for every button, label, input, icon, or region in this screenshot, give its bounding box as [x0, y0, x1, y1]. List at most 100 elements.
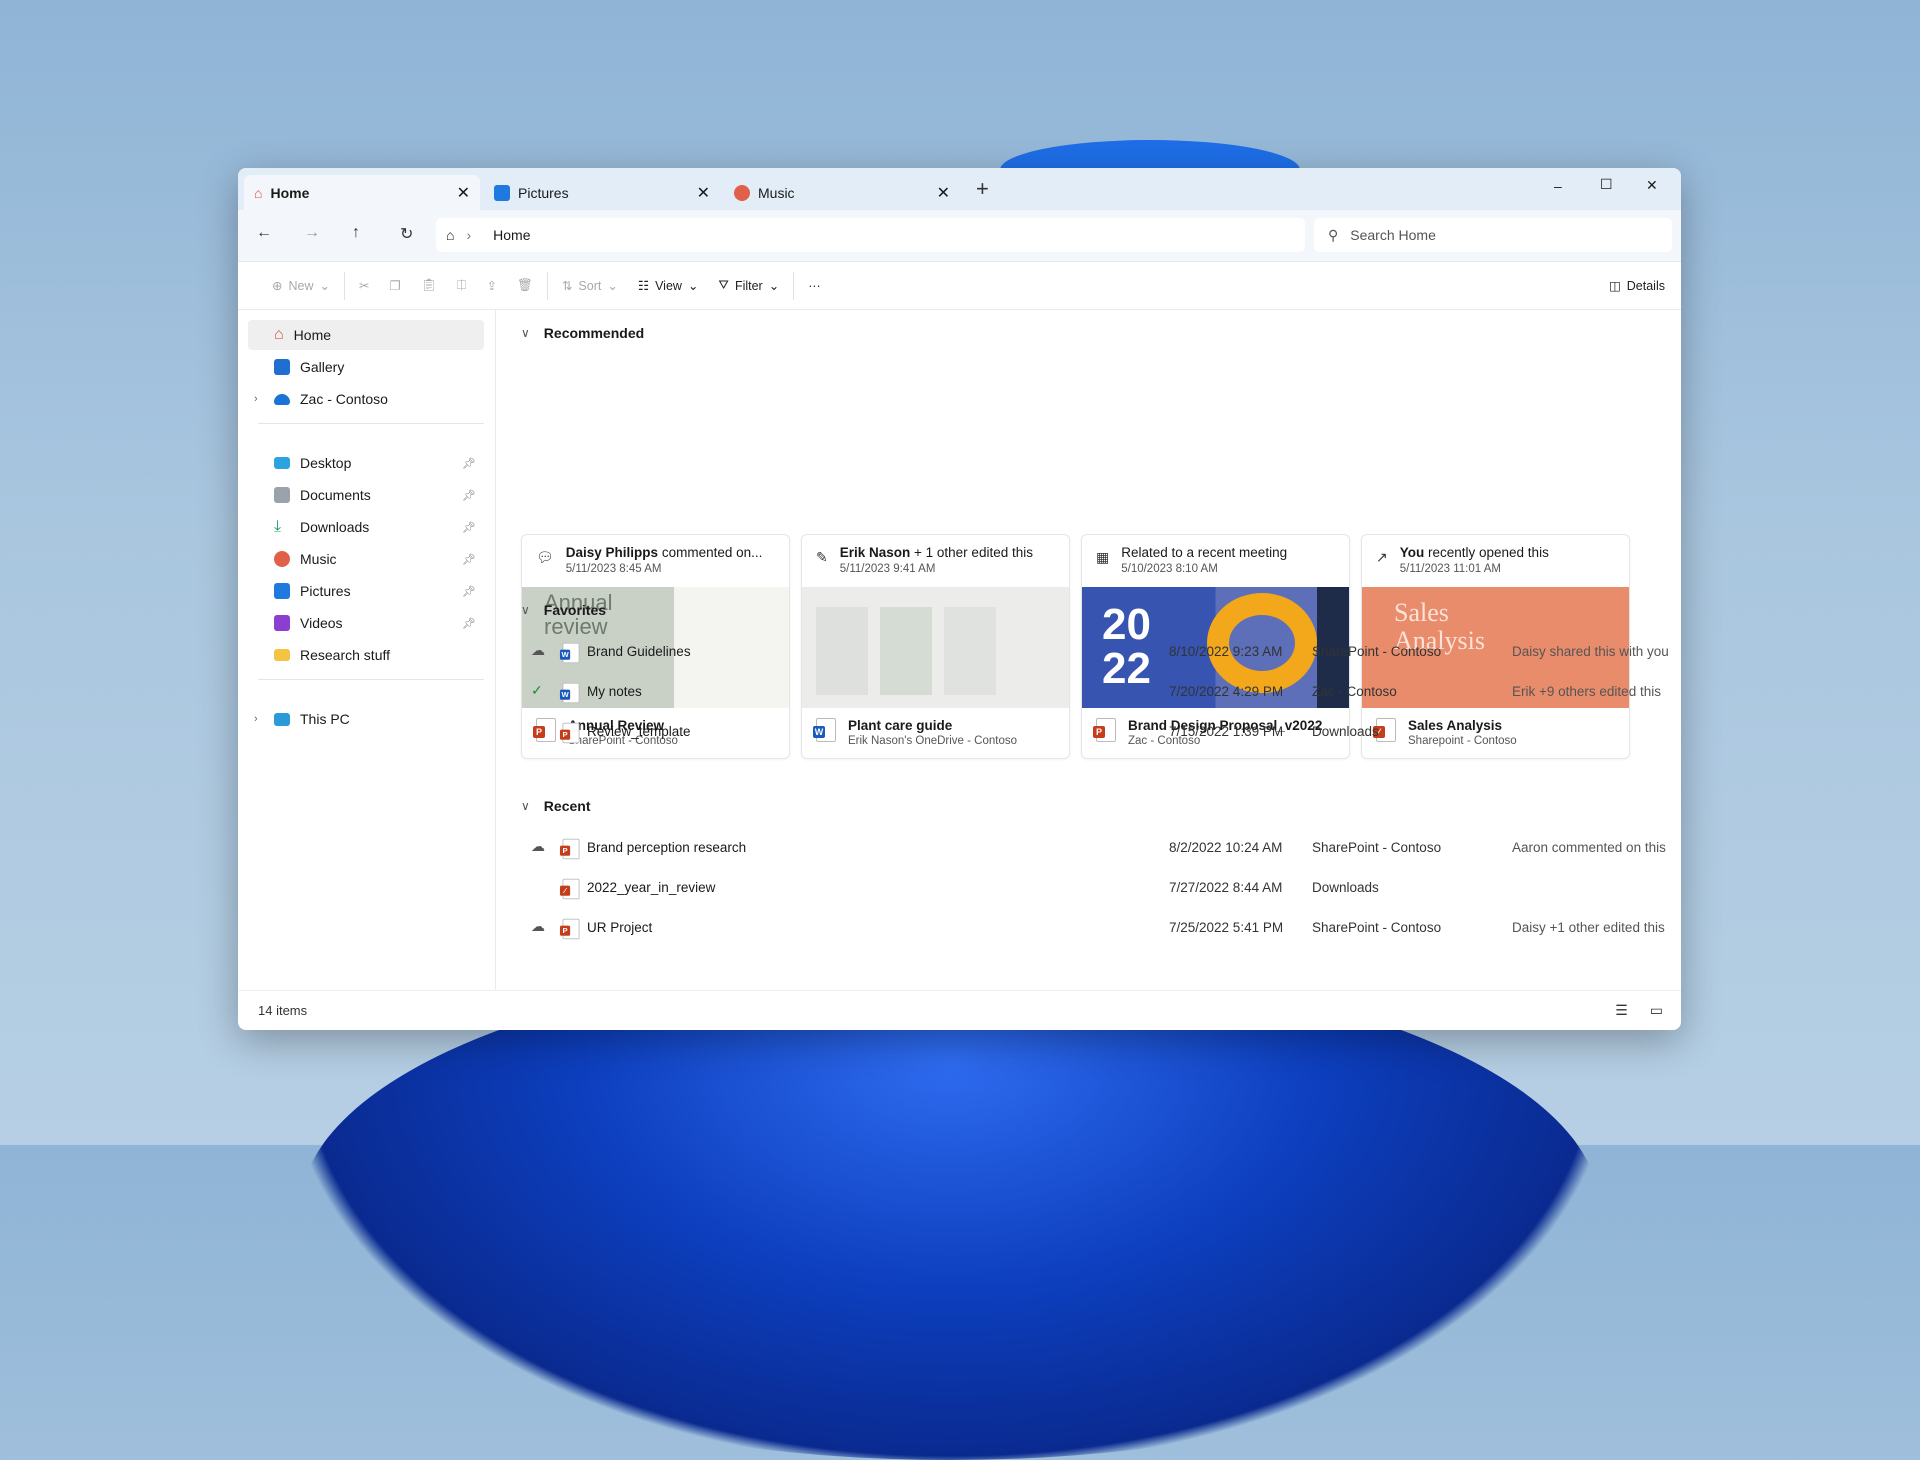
tab-music[interactable]: Music ✕: [724, 175, 960, 210]
pin-icon[interactable]: 📌︎: [462, 553, 476, 566]
share-button[interactable]: ⇪: [477, 270, 507, 302]
filter-label: Filter: [734, 278, 763, 293]
file-row[interactable]: ⁄ 2022_year_in_review 7/27/2022 8:44 AM …: [497, 871, 1681, 905]
chevron-down-icon[interactable]: ∨: [521, 603, 530, 617]
file-location: SharePoint - Contoso: [1312, 644, 1442, 659]
sidebar-item-desktop[interactable]: Desktop 📌︎: [248, 448, 484, 478]
tab-pictures[interactable]: Pictures ✕: [484, 175, 720, 210]
sort-icon: ⇅: [561, 279, 573, 293]
file-date: 8/10/2022 9:23 AM: [1169, 644, 1283, 659]
sidebar-item-label: Music: [300, 551, 337, 567]
chevron-down-icon: ⌄: [768, 279, 780, 293]
pin-icon[interactable]: 📌︎: [462, 489, 476, 502]
minimize-button[interactable]: –: [1554, 178, 1562, 194]
home-icon: ⌂: [446, 227, 455, 243]
file-date: 7/27/2022 8:44 AM: [1169, 880, 1283, 895]
sidebar-item-videos[interactable]: Videos 📌︎: [248, 608, 484, 638]
card-activity: recently opened this: [1424, 545, 1549, 560]
sidebar-item-pictures[interactable]: Pictures 📌︎: [248, 576, 484, 606]
edit-pencil-icon: ✎: [816, 549, 828, 565]
chevron-right-icon[interactable]: ›: [254, 713, 258, 725]
divider: [258, 679, 484, 680]
file-row[interactable]: ✓ W My notes 7/20/2022 4:29 PM Zac - Cont…: [497, 675, 1681, 709]
new-tab-button[interactable]: +: [976, 176, 989, 202]
powerpoint-file-icon: P: [559, 838, 580, 860]
sidebar-item-gallery[interactable]: Gallery: [248, 352, 484, 382]
tab-label: Pictures: [518, 184, 569, 201]
search-box[interactable]: ⚲ Search Home: [1314, 218, 1672, 252]
details-view-icon[interactable]: ☰: [1615, 1002, 1628, 1019]
card-header: ↗ You recently opened this 5/11/2023 11:01…: [1362, 535, 1629, 587]
divider: [793, 271, 795, 300]
close-tab-icon[interactable]: ✕: [697, 183, 710, 203]
section-title: Recommended: [543, 325, 645, 341]
sort-label: Sort: [578, 278, 602, 293]
details-button[interactable]: ◫ Details: [1599, 270, 1675, 302]
rename-button[interactable]: ⎅: [447, 270, 477, 302]
favorites-header[interactable]: ∨ Favorites: [521, 602, 606, 618]
cut-button[interactable]: ✂: [349, 270, 379, 302]
more-icon: ···: [808, 278, 821, 293]
card-date: 5/11/2023 11:01 AM: [1399, 563, 1501, 575]
powerpoint-file-icon: P: [559, 918, 580, 940]
close-tab-icon[interactable]: ✕: [457, 183, 470, 203]
pin-icon[interactable]: 📌︎: [462, 585, 476, 598]
divider: [343, 271, 345, 300]
home-icon: ⌂: [254, 184, 263, 201]
chevron-right-icon[interactable]: ›: [254, 393, 258, 405]
command-bar: ⊕ New ⌄ ✂ ❐ 📋︎ ⎅ ⇪ 🗑︎ ⇅ Sort ⌄ ☷ View ⌄ ⛛ Filte…: [238, 262, 1681, 310]
view-button[interactable]: ☷ View ⌄: [628, 270, 709, 302]
breadcrumb-home[interactable]: Home: [493, 227, 530, 243]
address-bar[interactable]: ⌂ › Home: [436, 218, 1305, 252]
card-actor: Daisy Philipps: [565, 545, 659, 560]
card-date: 5/11/2023 9:41 AM: [839, 563, 936, 575]
more-options-button[interactable]: ···: [798, 270, 831, 302]
sidebar-item-home[interactable]: ⌂ Home: [248, 320, 484, 350]
file-activity: Erik +9 others edited this: [1512, 684, 1661, 699]
sidebar-item-music[interactable]: Music 📌︎: [248, 544, 484, 574]
file-row[interactable]: ☁︎ P Brand perception research 8/2/2022 1…: [497, 831, 1681, 865]
chevron-down-icon[interactable]: ∨: [521, 326, 530, 340]
file-row[interactable]: ☁︎ W Brand Guidelines 8/10/2022 9:23 AM S…: [497, 635, 1681, 669]
forward-button[interactable]: →: [304, 224, 320, 242]
file-row[interactable]: ☁︎ P UR Project 7/25/2022 5:41 PM SharePo…: [497, 911, 1681, 945]
pin-icon[interactable]: 📌︎: [462, 457, 476, 470]
search-input[interactable]: Search Home: [1350, 227, 1436, 243]
new-label: New: [288, 278, 314, 293]
new-button[interactable]: ⊕ New ⌄: [262, 270, 340, 302]
delete-icon: 🗑︎: [517, 278, 533, 292]
delete-button[interactable]: 🗑︎: [507, 270, 543, 302]
chevron-down-icon[interactable]: ∨: [521, 799, 530, 813]
refresh-button[interactable]: ↻: [400, 224, 413, 244]
back-button[interactable]: ←: [256, 224, 272, 242]
card-header: ✎ Erik Nason + 1 other edited this 5/11/20…: [802, 535, 1069, 587]
sidebar-item-label: Pictures: [300, 583, 351, 599]
maximize-button[interactable]: ☐: [1600, 176, 1613, 193]
close-tab-icon[interactable]: ✕: [937, 183, 950, 203]
recommended-header[interactable]: ∨ Recommended: [521, 325, 644, 341]
sidebar-item-this-pc[interactable]: › This PC: [248, 704, 484, 734]
close-window-button[interactable]: ✕: [1646, 177, 1658, 194]
pin-icon[interactable]: 📌︎: [462, 521, 476, 534]
copy-button[interactable]: ❐: [379, 270, 410, 302]
sidebar-item-documents[interactable]: Documents 📌︎: [248, 480, 484, 510]
filter-icon: ⛛: [718, 278, 729, 292]
sort-button[interactable]: ⇅ Sort ⌄: [552, 270, 628, 302]
tiles-view-icon[interactable]: ▭: [1650, 1002, 1663, 1019]
file-row[interactable]: P Review_template 7/15/2022 1:39 PM Down…: [497, 715, 1681, 749]
tab-home[interactable]: ⌂ Home ✕: [244, 175, 480, 210]
up-button[interactable]: ↑: [352, 224, 360, 242]
details-pane-icon: ◫: [1608, 279, 1621, 293]
music-icon: [734, 184, 750, 201]
sidebar-item-label: Zac - Contoso: [300, 391, 388, 407]
sidebar-item-downloads[interactable]: ⤓ Downloads 📌︎: [248, 512, 484, 542]
sidebar-item-research-stuff[interactable]: Research stuff: [248, 640, 484, 670]
sidebar-item-zac-contoso[interactable]: › Zac - Contoso: [248, 384, 484, 414]
paste-button[interactable]: 📋︎: [411, 270, 447, 302]
recent-header[interactable]: ∨ Recent: [521, 798, 590, 814]
file-explorer-window: ⌂ Home ✕ Pictures ✕ Music ✕ + – ☐ ✕ ← → …: [238, 168, 1681, 1030]
file-name: Brand perception research: [587, 840, 747, 855]
pin-icon[interactable]: 📌︎: [462, 617, 476, 630]
file-location: SharePoint - Contoso: [1312, 840, 1442, 855]
filter-button[interactable]: ⛛ Filter ⌄: [708, 270, 789, 302]
